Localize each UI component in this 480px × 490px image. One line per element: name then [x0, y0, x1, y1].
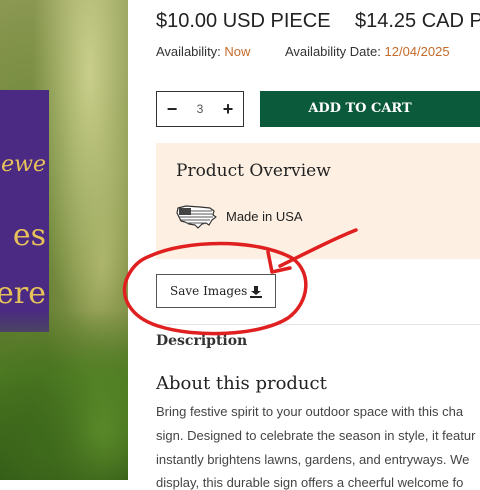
add-to-cart-button[interactable]: ADD TO CART: [260, 91, 480, 127]
sign-text-line-3: ere: [0, 276, 46, 311]
quantity-stepper: − 3 +: [156, 91, 244, 127]
availability-date-value: 12/04/2025: [384, 44, 450, 59]
tab-description[interactable]: Description: [156, 333, 247, 349]
price-cad: $14.25 CAD P: [355, 10, 480, 32]
description-line-2: sign. Designed to celebrate the season i…: [156, 428, 476, 443]
sign-text-line-2: es: [12, 218, 46, 253]
product-overview-title: Product Overview: [176, 161, 331, 181]
quantity-minus-button[interactable]: −: [159, 92, 185, 126]
availability-date-label: Availability Date:: [285, 44, 381, 59]
section-divider: [156, 324, 480, 325]
product-overview-panel: Product Overview Made in USA: [156, 143, 480, 259]
save-images-label: Save Images: [170, 284, 248, 298]
about-product-title: About this product: [156, 373, 327, 394]
availability: Availability: Now: [156, 44, 250, 59]
product-sign: ewe es ere: [0, 90, 49, 332]
sign-text-line-1: ewe: [1, 152, 46, 177]
quantity-plus-button[interactable]: +: [215, 92, 241, 126]
download-icon: [250, 286, 262, 298]
availability-label: Availability:: [156, 44, 221, 59]
availability-date: Availability Date: 12/04/2025: [285, 44, 450, 59]
description-line-4: display, this durable sign offers a chee…: [156, 475, 464, 490]
save-images-button[interactable]: Save Images: [156, 274, 276, 308]
quantity-input[interactable]: 3: [185, 92, 215, 126]
price-usd: $10.00 USD PIECE: [156, 10, 331, 32]
availability-value: Now: [224, 44, 251, 59]
description-line-1: Bring festive spirit to your outdoor spa…: [156, 404, 464, 419]
product-image[interactable]: ewe es ere: [0, 0, 128, 480]
made-in-usa-text: Made in USA: [226, 209, 303, 224]
fern-foliage: [0, 310, 128, 480]
description-line-3: instantly brightens lawns, gardens, and …: [156, 452, 470, 467]
usa-map-icon: [176, 205, 217, 229]
